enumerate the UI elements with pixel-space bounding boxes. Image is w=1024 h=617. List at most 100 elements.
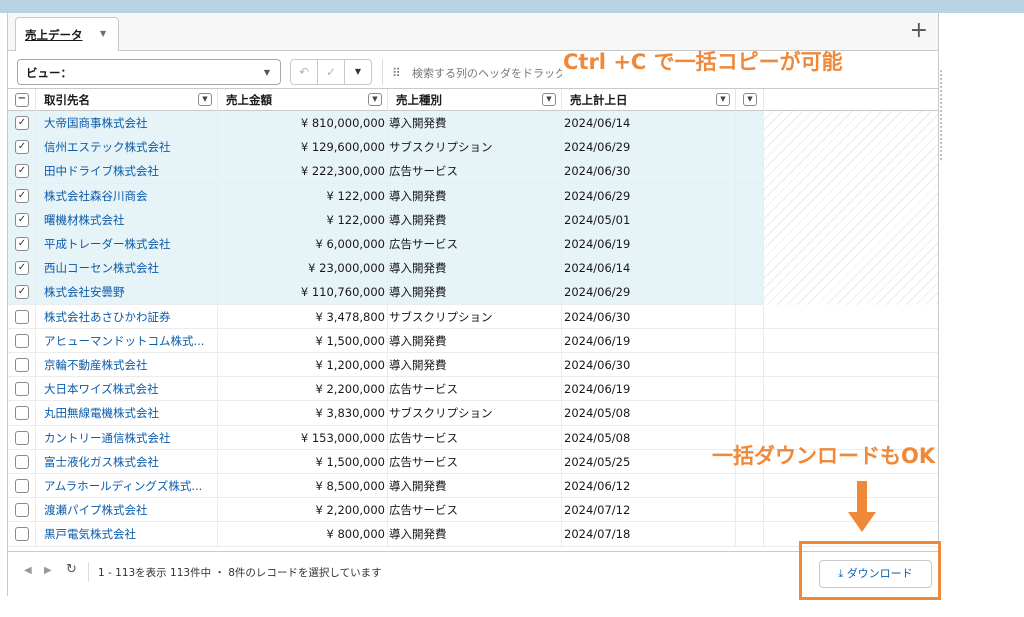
account-name-link[interactable]: 曙機材株式会社	[36, 207, 218, 232]
row-checkbox[interactable]: ✓	[15, 188, 29, 203]
row-checkbox[interactable]	[15, 527, 29, 542]
type-cell: 導入開発費	[388, 328, 562, 353]
extra-cell	[736, 111, 764, 135]
account-name-link[interactable]: 田中ドライブ株式会社	[36, 159, 218, 184]
header-amount[interactable]: 売上金額 ▼	[218, 89, 388, 111]
row-checkbox[interactable]	[15, 382, 29, 397]
download-annotation: 一括ダウンロードもOK	[712, 444, 936, 468]
table-row[interactable]: 渡瀬パイプ株式会社 ¥ 2,200,000 広告サービス 2024/07/12	[8, 498, 938, 523]
row-select-cell	[8, 425, 36, 450]
next-page-icon[interactable]: ▶	[44, 565, 52, 576]
type-cell: 導入開発費	[388, 111, 562, 135]
add-tab-plus-icon[interactable]: +	[910, 17, 928, 45]
tab-sales-data[interactable]: 売上データ ▼	[15, 17, 119, 52]
type-cell: サブスクリプション	[388, 304, 562, 329]
account-name-link[interactable]: 大帝国商事株式会社	[36, 111, 218, 135]
view-select[interactable]: ビュー： ▼	[17, 59, 281, 85]
chevron-down-icon[interactable]: ▼	[345, 60, 371, 84]
header-extra-column[interactable]: ▼	[736, 89, 764, 111]
header-label: 売上計上日	[570, 93, 628, 107]
extra-cell	[736, 207, 764, 232]
table-row[interactable]: アヒューマンドットコム株式... ¥ 1,500,000 導入開発費 2024/06/…	[8, 328, 938, 353]
account-name-link[interactable]: アムラホールディングズ株式...	[36, 474, 218, 498]
table-row[interactable]: 京輪不動産株式会社 ¥ 1,200,000 導入開発費 2024/06/30	[8, 353, 938, 378]
extra-cell	[736, 498, 764, 523]
column-menu-icon[interactable]: ▼	[198, 93, 212, 106]
account-name-link[interactable]: 株式会社安曇野	[36, 280, 218, 305]
row-checkbox[interactable]	[15, 406, 29, 421]
account-name-link[interactable]: 富士液化ガス株式会社	[36, 449, 218, 474]
row-checkbox[interactable]	[15, 503, 29, 518]
type-cell: 導入開発費	[388, 280, 562, 305]
row-checkbox[interactable]: ✓	[15, 212, 29, 227]
row-checkbox[interactable]: ✓	[15, 140, 29, 155]
row-checkbox[interactable]	[15, 454, 29, 469]
undo-icon[interactable]: ↶	[291, 60, 318, 84]
header-account-name[interactable]: 取引先名 ▼	[36, 89, 218, 111]
row-select-cell	[8, 304, 36, 329]
type-cell: 導入開発費	[388, 183, 562, 208]
table-row[interactable]: 大日本ワイズ株式会社 ¥ 2,200,000 広告サービス 2024/06/19	[8, 377, 938, 402]
row-checkbox[interactable]	[15, 479, 29, 493]
group-by-hint: 検索する列のヘッダをドラッグ	[412, 67, 562, 80]
row-checkbox[interactable]	[15, 430, 29, 445]
row-checkbox[interactable]: ✓	[15, 116, 29, 130]
account-name-link[interactable]: アヒューマンドットコム株式...	[36, 328, 218, 353]
row-checkbox[interactable]	[15, 358, 29, 372]
row-checkbox[interactable]	[15, 333, 29, 348]
row-select-cell: ✓	[8, 183, 36, 208]
table-row[interactable]: アムラホールディングズ株式... ¥ 8,500,000 導入開発費 2024/06/…	[8, 474, 938, 499]
account-name-link[interactable]: 黒戸電気株式会社	[36, 522, 218, 547]
account-name-link[interactable]: 信州エステック株式会社	[36, 135, 218, 160]
table-row[interactable]: 丸田無線電機株式会社 ¥ 3,830,000 サブスクリプション 2024/05/08	[8, 401, 938, 426]
amount-cell: ¥ 129,600,000	[218, 135, 388, 160]
type-cell: サブスクリプション	[388, 135, 562, 160]
row-select-cell: ✓	[8, 280, 36, 305]
row-checkbox[interactable]	[15, 309, 29, 324]
account-name-link[interactable]: 株式会社森谷川商会	[36, 183, 218, 208]
column-menu-icon[interactable]: ▼	[542, 93, 556, 106]
check-icon[interactable]: ✓	[318, 60, 345, 84]
account-name-link[interactable]: 大日本ワイズ株式会社	[36, 377, 218, 402]
select-all-checkbox[interactable]: −	[15, 93, 29, 107]
account-name-link[interactable]: 京輪不動産株式会社	[36, 353, 218, 377]
column-menu-icon[interactable]: ▼	[368, 93, 382, 106]
extra-cell	[736, 232, 764, 256]
account-name-link[interactable]: 平成トレーダー株式会社	[36, 232, 218, 256]
extra-cell	[736, 280, 764, 305]
chevron-down-icon[interactable]: ▼	[100, 29, 106, 38]
prev-page-icon[interactable]: ◀	[24, 565, 32, 576]
row-select-cell: ✓	[8, 111, 36, 135]
date-cell: 2024/05/08	[562, 401, 736, 426]
row-checkbox[interactable]: ✓	[15, 285, 29, 300]
row-checkbox[interactable]: ✓	[15, 237, 29, 251]
account-name-link[interactable]: 丸田無線電機株式会社	[36, 401, 218, 426]
account-name-link[interactable]: 西山コーセン株式会社	[36, 256, 218, 281]
extra-cell	[736, 256, 764, 281]
column-menu-icon[interactable]: ▼	[743, 93, 757, 106]
column-menu-icon[interactable]: ▼	[716, 93, 730, 106]
date-cell: 2024/05/08	[562, 425, 736, 450]
view-select-label: ビュー：	[26, 66, 72, 80]
header-select-cell: −	[8, 89, 36, 111]
account-name-link[interactable]: カントリー通信株式会社	[36, 425, 218, 450]
amount-cell: ¥ 110,760,000	[218, 280, 388, 305]
extra-cell	[736, 304, 764, 329]
extra-cell	[736, 401, 764, 426]
header-type[interactable]: 売上種別 ▼	[388, 89, 562, 111]
extra-cell	[736, 377, 764, 402]
row-select-cell	[8, 328, 36, 353]
table-row[interactable]: 株式会社あさひかわ証券 ¥ 3,478,800 サブスクリプション 2024/06/3…	[8, 304, 938, 329]
account-name-link[interactable]: 渡瀬パイプ株式会社	[36, 498, 218, 523]
type-cell: 導入開発費	[388, 474, 562, 498]
type-cell: 広告サービス	[388, 377, 562, 402]
refresh-icon[interactable]: ↻	[66, 562, 77, 577]
row-select-cell	[8, 353, 36, 377]
extra-cell	[736, 474, 764, 498]
row-checkbox[interactable]: ✓	[15, 261, 29, 276]
account-name-link[interactable]: 株式会社あさひかわ証券	[36, 304, 218, 329]
header-date[interactable]: 売上計上日 ▼	[562, 89, 736, 111]
row-checkbox[interactable]: ✓	[15, 164, 29, 179]
date-cell: 2024/06/29	[562, 280, 736, 305]
window-top-strip	[0, 0, 1024, 13]
